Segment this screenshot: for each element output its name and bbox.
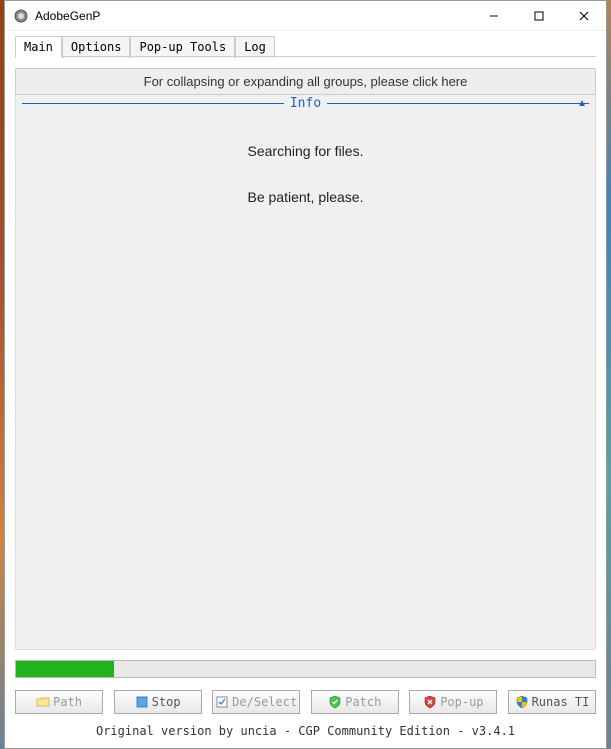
stop-icon xyxy=(135,695,149,709)
tab-options[interactable]: Options xyxy=(62,36,131,58)
path-button[interactable]: Path xyxy=(15,690,103,714)
runas-button[interactable]: Runas TI xyxy=(508,690,596,714)
divider-line-right xyxy=(327,103,589,104)
chevron-up-icon[interactable]: ▲ xyxy=(577,98,587,109)
shield-x-icon xyxy=(423,695,437,709)
tab-log[interactable]: Log xyxy=(235,36,275,58)
patch-label: Patch xyxy=(345,695,381,709)
patch-button[interactable]: Patch xyxy=(311,690,399,714)
app-icon xyxy=(13,8,29,24)
tab-popup-tools[interactable]: Pop-up Tools xyxy=(130,36,235,58)
info-label: Info xyxy=(284,94,327,113)
main-content: For collapsing or expanding all groups, … xyxy=(15,68,596,650)
progress-area xyxy=(5,660,606,684)
folder-icon xyxy=(36,695,50,709)
progress-fill xyxy=(16,661,114,677)
deselect-label: De/Select xyxy=(232,695,297,709)
window-title: AdobeGenP xyxy=(35,9,471,23)
maximize-button[interactable] xyxy=(516,1,561,30)
footer-text: Original version by uncia - CGP Communit… xyxy=(5,718,606,748)
status-line-1: Searching for files. xyxy=(16,143,595,159)
info-section-header[interactable]: Info ▲ xyxy=(16,94,595,113)
progress-bar xyxy=(15,660,596,678)
info-body: Searching for files. Be patient, please. xyxy=(16,113,595,649)
tab-main[interactable]: Main xyxy=(15,36,62,58)
divider-line-left xyxy=(22,103,284,104)
status-line-2: Be patient, please. xyxy=(16,189,595,205)
deselect-button[interactable]: De/Select xyxy=(212,690,300,714)
uac-shield-icon xyxy=(515,695,529,709)
tab-border xyxy=(15,56,596,57)
titlebar: AdobeGenP xyxy=(5,1,606,31)
app-window: AdobeGenP Main Options Pop-up Tools Log … xyxy=(4,0,607,749)
window-controls xyxy=(471,1,606,30)
button-row: Path Stop De/Select Patch Pop-up xyxy=(5,684,606,718)
runas-label: Runas TI xyxy=(532,695,590,709)
shield-check-icon xyxy=(328,695,342,709)
close-button[interactable] xyxy=(561,1,606,30)
minimize-button[interactable] xyxy=(471,1,516,30)
path-label: Path xyxy=(53,695,82,709)
tab-bar: Main Options Pop-up Tools Log xyxy=(5,31,606,57)
collapse-all-header[interactable]: For collapsing or expanding all groups, … xyxy=(15,68,596,95)
popup-label: Pop-up xyxy=(440,695,483,709)
stop-label: Stop xyxy=(152,695,181,709)
checkbox-icon xyxy=(215,695,229,709)
stop-button[interactable]: Stop xyxy=(114,690,202,714)
popup-button[interactable]: Pop-up xyxy=(409,690,497,714)
